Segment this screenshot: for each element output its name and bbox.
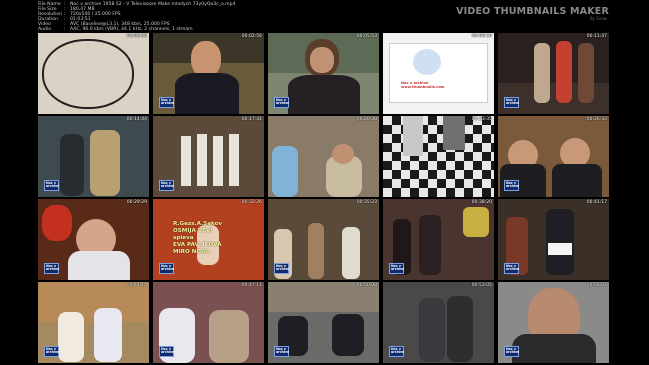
timestamp: 00:29:29 <box>126 200 147 205</box>
thumbnail-tile-3[interactable]: Noc v archive 00:05:53 <box>268 33 379 114</box>
timestamp: 00:23:35 <box>471 117 492 122</box>
timestamp: 00:17:41 <box>241 117 262 122</box>
channel-logo: Noc v archive <box>274 346 289 357</box>
channel-logo: Noc v archive <box>274 263 289 274</box>
channel-logo: Noc v archive <box>504 346 519 357</box>
channel-logo: Noc v archive <box>159 180 174 191</box>
channel-logo: Noc v archive <box>504 263 519 274</box>
channel-logo: Noc v archive <box>44 180 59 191</box>
brand-subtitle: By Snow <box>589 16 607 21</box>
thumbnail-tile-2[interactable]: Noc v archive 00:02:56 <box>153 33 264 114</box>
thumbnail-tile-19[interactable]: Noc v archive 00:53:05 <box>383 282 494 363</box>
thumbnail-tile-18[interactable]: Noc v archive 00:50:08 <box>268 282 379 363</box>
timestamp: 00:26:32 <box>586 117 607 122</box>
thumbnail-tile-7[interactable]: Noc v archive 00:17:41 <box>153 116 264 197</box>
thumbnail-grid: 00:00:03 Noc v archive 00:02:56 Noc v ar… <box>38 33 611 363</box>
timestamp: 00:08:50 <box>471 34 492 39</box>
channel-logo: Noc v archive <box>159 346 174 357</box>
timestamp: 00:05:53 <box>356 34 377 39</box>
timestamp: 00:02:56 <box>241 34 262 39</box>
channel-logo: Noc v archive <box>274 97 289 108</box>
thumbnail-tile-10[interactable]: Noc v archive 00:26:32 <box>498 116 609 197</box>
timestamp: 00:53:05 <box>471 283 492 288</box>
channel-logo: Noc v archive <box>389 346 404 357</box>
brand-title: VIDEO THUMBNAILS MAKER <box>456 6 609 17</box>
timestamp: 00:11:47 <box>586 34 607 39</box>
thumbnail-tile-13[interactable]: Noc v archive 00:35:23 <box>268 199 379 280</box>
timestamp: 00:00:03 <box>126 34 147 39</box>
timestamp: 00:35:23 <box>356 200 377 205</box>
info-header: File Name: Noc v archive 1958 S2 - V Tele… <box>0 0 649 34</box>
timestamp: 00:32:26 <box>241 200 262 205</box>
thumbnail-tile-5[interactable]: Noc v archive 00:11:47 <box>498 33 609 114</box>
thumbnail-tile-17[interactable]: Noc v archive 00:47:11 <box>153 282 264 363</box>
thumbnail-tile-8[interactable]: 00:20:38 <box>268 116 379 197</box>
thumbnail-tile-11[interactable]: Noc v archive 00:29:29 <box>38 199 149 280</box>
timestamp: 00:41:17 <box>586 200 607 205</box>
timestamp: 00:20:38 <box>356 117 377 122</box>
thumbnail-tile-9[interactable]: 00:23:35 <box>383 116 494 197</box>
thumbnail-tile-20[interactable]: Noc v archive 00:56:02 <box>498 282 609 363</box>
timestamp: 00:44:14 <box>126 283 147 288</box>
timestamp: 00:14:44 <box>126 117 147 122</box>
channel-logo: Noc v archive <box>44 263 59 274</box>
channel-logo: Noc v archive <box>504 97 519 108</box>
thumbnail-tile-1[interactable]: 00:00:03 <box>38 33 149 114</box>
thumbnail-tile-4[interactable]: Noc v archive www.thumbnails.com 00:08:50 <box>383 33 494 114</box>
channel-logo: Noc v archive <box>504 180 519 191</box>
channel-logo: Noc v archive <box>159 263 174 274</box>
timestamp: 00:47:11 <box>241 283 262 288</box>
thumbnail-tile-16[interactable]: Noc v archive 00:44:14 <box>38 282 149 363</box>
thumbnail-tile-15[interactable]: Noc v archive 00:41:17 <box>498 199 609 280</box>
channel-logo: Noc v archive <box>159 97 174 108</box>
thumbnail-tile-6[interactable]: Noc v archive 00:14:44 <box>38 116 149 197</box>
timestamp: 00:50:08 <box>356 283 377 288</box>
channel-logo: Noc v archive <box>389 263 404 274</box>
credits-caption: R.Gezs.A.Sakov OSMIJA VEVI spieva EVA PA… <box>173 221 223 255</box>
thumbnail-tile-14[interactable]: Noc v archive 00:38:20 <box>383 199 494 280</box>
title-card-text: Noc v archive www.thumbnails.com <box>401 81 445 89</box>
timestamp: 00:38:20 <box>471 200 492 205</box>
channel-logo: Noc v archive <box>44 346 59 357</box>
timestamp: 00:56:02 <box>586 283 607 288</box>
thumbnail-tile-12[interactable]: R.Gezs.A.Sakov OSMIJA VEVI spieva EVA PA… <box>153 199 264 280</box>
